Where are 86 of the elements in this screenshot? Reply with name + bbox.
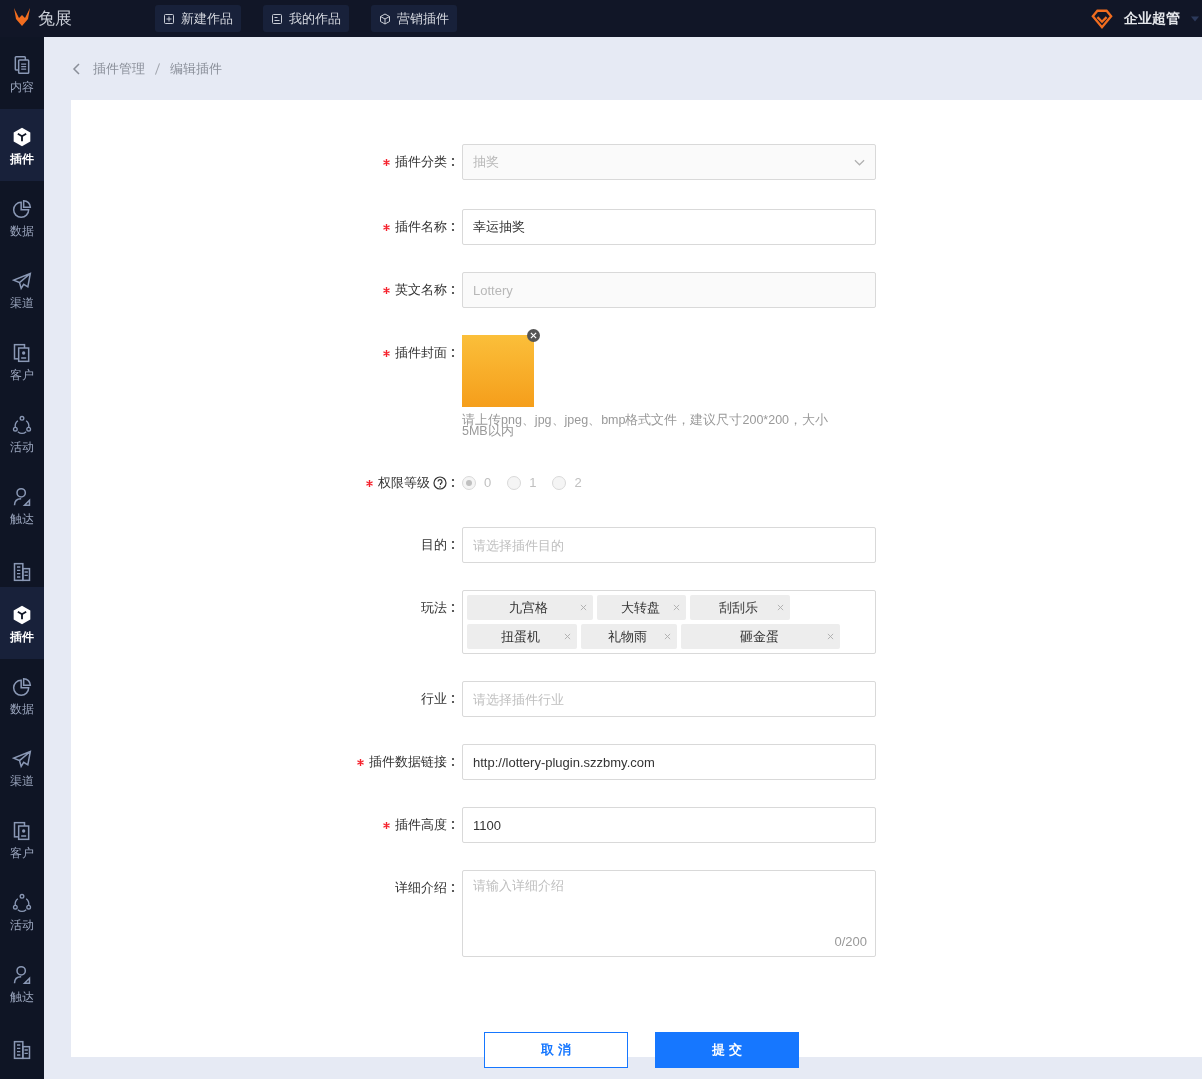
character-counter: 0/200 — [834, 932, 867, 951]
tag: 砸金蛋 — [681, 624, 840, 649]
close-icon — [580, 604, 587, 611]
pie-chart-icon — [12, 675, 32, 698]
nav-button[interactable]: 新建作品 — [155, 5, 241, 32]
tag: 礼物雨 — [581, 624, 677, 649]
cube-icon — [12, 603, 32, 626]
contact-card-icon — [12, 341, 32, 364]
user-arrow-icon — [12, 485, 32, 508]
field-label: 插件分类 — [395, 153, 447, 172]
sidebar-item[interactable]: 触达 — [0, 947, 44, 1019]
cover-image-placeholder — [462, 335, 534, 407]
field-label: 玩法 — [421, 599, 447, 618]
diamond-icon — [1090, 7, 1114, 30]
sidebar-item[interactable]: 渠道 — [0, 731, 44, 803]
cube-icon — [12, 125, 32, 148]
field-label: 插件名称 — [395, 218, 447, 237]
close-icon — [564, 633, 571, 640]
contact-card-icon — [12, 819, 32, 842]
close-icon — [777, 604, 784, 611]
building-icon — [12, 561, 32, 583]
field-label: 行业 — [421, 690, 447, 709]
field-label: 插件封面 — [395, 344, 447, 363]
field-label: 权限等级 — [378, 474, 430, 493]
colon-icon — [451, 602, 455, 614]
field-label: 插件高度 — [395, 816, 447, 835]
sidebar-item[interactable]: 数据 — [0, 181, 44, 253]
input-field[interactable]: 请选择插件目的 — [462, 527, 876, 563]
cycle-nodes-icon — [12, 891, 32, 914]
tag: 刮刮乐 — [690, 595, 790, 620]
cube-icon — [379, 12, 391, 25]
upload-hint: 请上传png、jpg、jpeg、bmp格式文件，建议尺寸200*200，大小5MB以内 — [462, 415, 830, 437]
breadcrumb-current: 编辑插件 — [170, 59, 222, 78]
plus-square-icon — [163, 12, 175, 25]
close-icon — [673, 604, 680, 611]
nav-button[interactable]: 营销插件 — [371, 5, 457, 32]
colon-icon — [451, 819, 455, 831]
sidebar-item[interactable]: 内容 — [0, 37, 44, 109]
sidebar-item[interactable]: 插件 — [0, 109, 44, 181]
close-icon — [827, 633, 834, 640]
sidebar-item[interactable]: 插件 — [0, 587, 44, 659]
submit-button[interactable]: 提 交 — [655, 1032, 799, 1068]
close-icon — [664, 633, 671, 640]
list-square-icon — [271, 12, 283, 25]
sidebar-item[interactable]: 触达 — [0, 469, 44, 541]
caret-icon — [1190, 14, 1200, 23]
tag-select-field[interactable]: 九宫格 大转盘 刮刮乐 扭蛋机 礼物雨 砸金蛋 — [462, 590, 876, 654]
remove-image-button[interactable] — [527, 329, 540, 342]
sidebar-item[interactable]: 客户 — [0, 325, 44, 397]
colon-icon — [451, 156, 455, 168]
close-icon — [530, 332, 537, 339]
colon-icon — [451, 756, 455, 768]
building-icon — [12, 1039, 32, 1061]
user-name: 企业超管 — [1124, 9, 1180, 28]
sidebar-item[interactable]: 活动 — [0, 397, 44, 469]
chevron-down-icon — [854, 159, 865, 166]
back-chevron-icon — [71, 61, 81, 76]
tag: 扭蛋机 — [467, 624, 577, 649]
input-field[interactable]: 请选择插件行业 — [462, 681, 876, 717]
colon-icon — [451, 347, 455, 359]
sidebar-item[interactable]: 客户 — [0, 803, 44, 875]
field-label: 详细介绍 — [395, 879, 447, 898]
cycle-nodes-icon — [12, 413, 32, 436]
tag: 大转盘 — [597, 595, 686, 620]
cancel-button[interactable]: 取 消 — [484, 1032, 628, 1068]
brand-name: 兔展 — [38, 7, 72, 30]
nav-button[interactable]: 我的作品 — [263, 5, 349, 32]
sidebar-item[interactable]: 活动 — [0, 875, 44, 947]
user-arrow-icon — [12, 963, 32, 986]
input-field[interactable]: 1100 — [462, 807, 876, 843]
field-label: 英文名称 — [395, 281, 447, 300]
colon-icon — [451, 882, 455, 894]
pie-chart-icon — [12, 197, 32, 220]
colon-icon — [451, 539, 455, 551]
document-stack-icon — [12, 53, 32, 76]
field-label: 插件数据链接 — [369, 753, 447, 772]
input-field[interactable]: http://lottery-plugin.szzbmy.com — [462, 744, 876, 780]
sidebar-item[interactable]: 渠道 — [0, 253, 44, 325]
sidebar-item[interactable]: 数据 — [0, 659, 44, 731]
colon-icon — [451, 477, 455, 489]
tag: 九宫格 — [467, 595, 593, 620]
colon-icon — [451, 284, 455, 296]
field-label: 目的 — [421, 536, 447, 555]
colon-icon — [451, 693, 455, 705]
colon-icon — [451, 221, 455, 233]
input-field[interactable]: 幸运抽奖 — [462, 209, 876, 245]
